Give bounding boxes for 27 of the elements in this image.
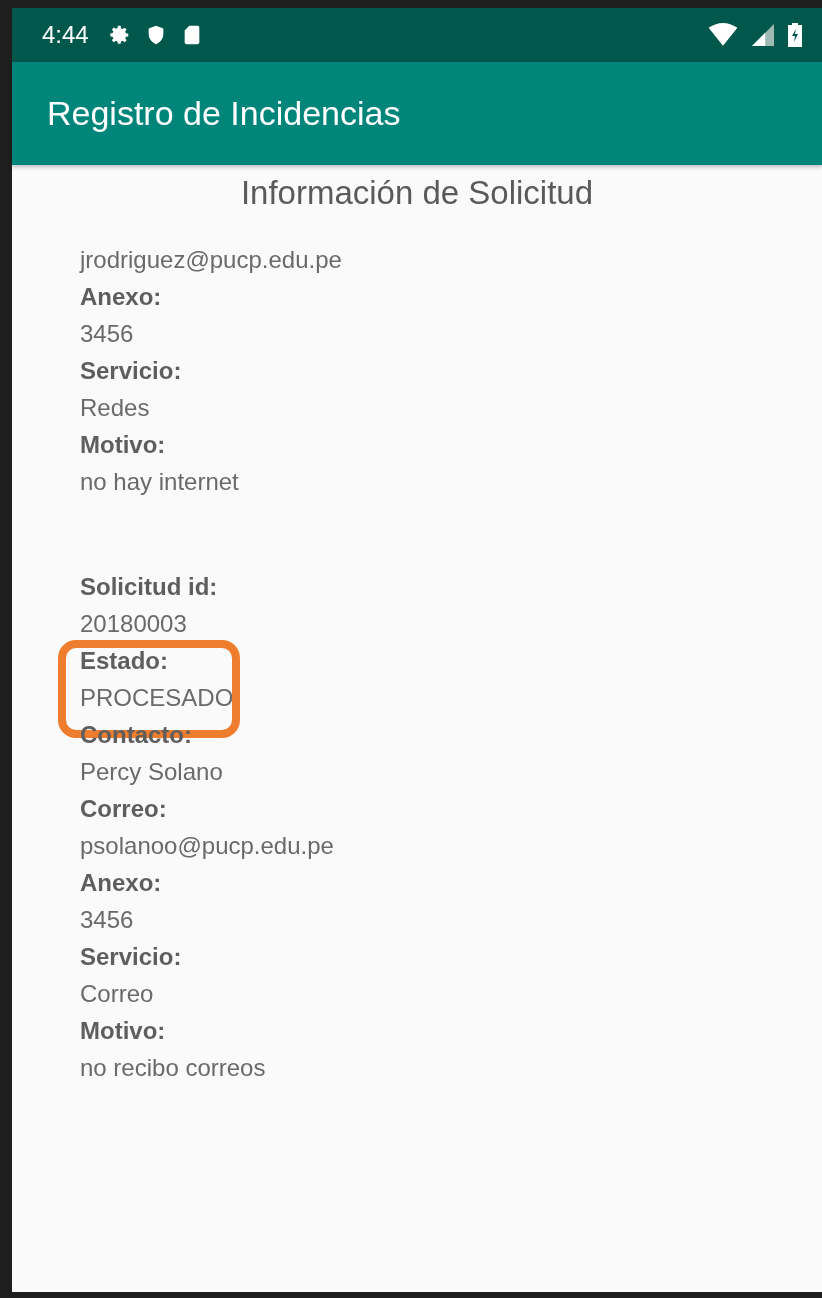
field-value: PROCESADO bbox=[80, 683, 235, 713]
field-label: Motivo: bbox=[80, 1016, 167, 1046]
field-label: Anexo: bbox=[80, 868, 163, 898]
field-label: Motivo: bbox=[80, 430, 167, 460]
field-value: no hay internet bbox=[80, 467, 240, 497]
status-time: 4:44 bbox=[42, 21, 89, 49]
field-value: Percy Solano bbox=[80, 757, 224, 787]
signal-icon bbox=[752, 24, 774, 46]
field-value: 3456 bbox=[80, 319, 135, 349]
field-value: no recibo correos bbox=[80, 1053, 267, 1083]
page-heading: Información de Solicitud bbox=[239, 173, 595, 213]
field-value: jrodriguez@pucp.edu.pe bbox=[80, 245, 343, 275]
field-value: Correo bbox=[80, 979, 155, 1009]
gear-icon bbox=[108, 24, 131, 46]
field-label: Correo: bbox=[80, 794, 168, 824]
field-value: Redes bbox=[80, 393, 151, 423]
field-value: 20180003 bbox=[80, 609, 188, 639]
field-value: 3456 bbox=[80, 905, 135, 935]
battery-icon bbox=[788, 22, 802, 48]
field-label: Servicio: bbox=[80, 942, 183, 972]
app-title: Registro de Incidencias bbox=[47, 94, 401, 133]
field-label: Servicio: bbox=[80, 356, 183, 386]
field-label: Anexo: bbox=[80, 282, 163, 312]
field-label: Estado: bbox=[80, 646, 169, 676]
wifi-icon bbox=[708, 23, 738, 47]
field-label: Solicitud id: bbox=[80, 572, 219, 602]
field-value: psolanoo@pucp.edu.pe bbox=[80, 831, 335, 861]
